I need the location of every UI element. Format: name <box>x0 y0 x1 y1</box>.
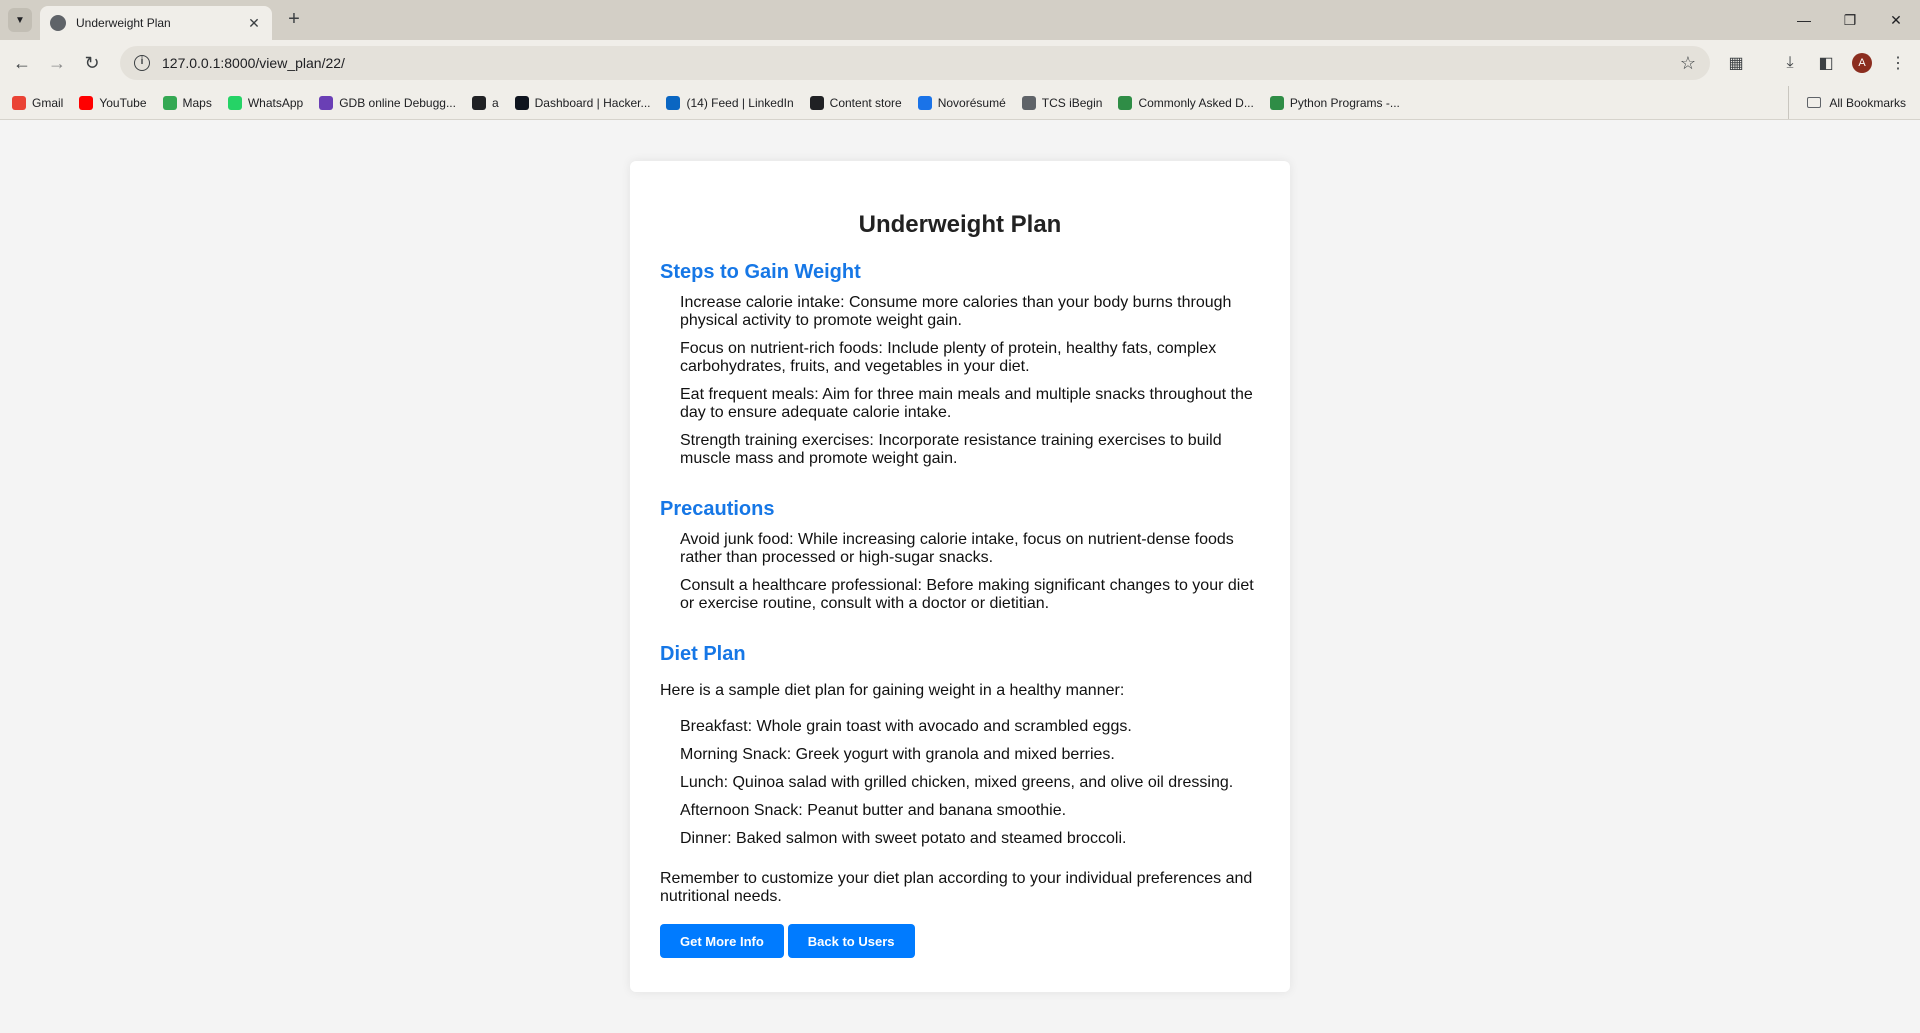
bookmark-item[interactable]: Maps <box>162 95 212 110</box>
bookmark-item[interactable]: GDB online Debugg... <box>319 95 456 110</box>
steps-list: Increase calorie intake: Consume more ca… <box>660 294 1260 468</box>
new-tab-button[interactable]: + <box>282 8 306 32</box>
all-bookmarks-button[interactable]: All Bookmarks <box>1788 86 1906 119</box>
bookmark-favicon-icon <box>809 95 824 110</box>
bookmark-favicon-icon <box>471 95 486 110</box>
folder-icon <box>1807 97 1822 108</box>
address-bar[interactable]: i 127.0.0.1:8000/view_plan/22/ ☆ <box>120 46 1710 80</box>
bookmark-item[interactable]: Novorésumé <box>917 95 1006 110</box>
bookmark-item[interactable]: WhatsApp <box>227 95 304 110</box>
bookmark-favicon-icon <box>162 95 177 110</box>
download-icon[interactable]: ⤓ <box>1778 51 1802 75</box>
bookmark-item[interactable]: Commonly Asked D... <box>1118 95 1254 110</box>
bookmark-item[interactable]: Content store <box>809 95 902 110</box>
list-item: Eat frequent meals: Aim for three main m… <box>680 386 1253 421</box>
list-item: Dinner: Baked salmon with sweet potato a… <box>680 830 1127 847</box>
bookmark-label: Dashboard | Hacker... <box>534 95 651 110</box>
bookmark-favicon-icon <box>1021 95 1036 110</box>
bookmark-item[interactable]: TCS iBegin <box>1021 95 1103 110</box>
bookmark-favicon-icon <box>319 95 334 110</box>
bookmark-label: (14) Feed | LinkedIn <box>686 95 794 110</box>
url-text[interactable]: 127.0.0.1:8000/view_plan/22/ <box>162 55 1680 71</box>
list-item: Morning Snack: Greek yogurt with granola… <box>680 746 1115 763</box>
extensions-icon[interactable]: ▦ <box>1724 51 1748 75</box>
bookmark-item[interactable]: a <box>471 95 499 110</box>
restore-button[interactable]: ❐ <box>1828 0 1872 40</box>
bookmark-favicon-icon <box>666 95 681 110</box>
bookmark-label: Novorésumé <box>937 95 1006 110</box>
bookmark-star-icon[interactable]: ☆ <box>1680 53 1696 74</box>
bookmark-item[interactable]: Python Programs -... <box>1269 95 1400 110</box>
bookmark-label: a <box>491 95 499 110</box>
tab-title: Underweight Plan <box>76 16 171 30</box>
site-info-icon[interactable]: i <box>134 55 150 71</box>
bookmark-favicon-icon <box>79 95 94 110</box>
bookmark-label: Content store <box>829 95 902 110</box>
bookmark-favicon-icon <box>917 95 932 110</box>
bookmark-label: TCS iBegin <box>1041 95 1103 110</box>
diet-heading: Diet Plan <box>660 643 746 665</box>
list-item: Avoid junk food: While increasing calori… <box>680 531 1234 566</box>
page-title: Underweight Plan <box>858 211 1062 238</box>
globe-icon <box>50 15 66 31</box>
browser-toolbar: ← → ↻ i 127.0.0.1:8000/view_plan/22/ ☆ ▦… <box>0 40 1920 86</box>
bookmark-item[interactable]: Gmail <box>12 95 64 110</box>
page-viewport: Underweight Plan Steps to Gain Weight In… <box>0 120 1920 1033</box>
bookmark-item[interactable]: YouTube <box>79 95 147 110</box>
minimize-button[interactable]: — <box>1782 0 1826 40</box>
bookmarks-list: Gmail YouTube Maps WhatsApp GDB online Debug… <box>12 95 1416 110</box>
bookmark-label: Commonly Asked D... <box>1138 95 1254 110</box>
bookmark-item[interactable]: Dashboard | Hacker... <box>514 95 651 110</box>
forward-arrow-icon[interactable]: → <box>45 51 69 75</box>
plan-card: Underweight Plan Steps to Gain Weight In… <box>630 161 1290 992</box>
close-window-button[interactable]: ✕ <box>1874 0 1918 40</box>
diet-outro: Remember to customize your diet plan acc… <box>660 870 1253 905</box>
bookmark-label: GDB online Debugg... <box>339 95 456 110</box>
tab-strip: ▼ Underweight Plan ✕ + — ❐ ✕ <box>0 0 1920 40</box>
bookmarks-bar: Gmail YouTube Maps WhatsApp GDB online Debug… <box>0 86 1920 120</box>
bookmark-favicon-icon <box>227 95 242 110</box>
bookmark-favicon-icon <box>1118 95 1133 110</box>
list-item: Breakfast: Whole grain toast with avocad… <box>680 718 1132 735</box>
bookmark-label: WhatsApp <box>247 95 304 110</box>
back-arrow-icon[interactable]: ← <box>10 51 34 75</box>
chevron-down-icon: ▼ <box>15 14 25 26</box>
steps-heading: Steps to Gain Weight <box>660 261 861 283</box>
bookmark-label: Maps <box>182 95 212 110</box>
back-to-users-button[interactable]: Back to Users <box>787 924 915 958</box>
bookmark-favicon-icon <box>514 95 529 110</box>
list-item: Focus on nutrient-rich foods: Include pl… <box>680 340 1217 375</box>
bookmark-item[interactable]: (14) Feed | LinkedIn <box>666 95 794 110</box>
bookmark-label: Python Programs -... <box>1289 95 1400 110</box>
bookmark-favicon-icon <box>1269 95 1284 110</box>
profile-avatar[interactable]: A <box>1852 53 1872 73</box>
get-more-info-button[interactable]: Get More Info <box>660 924 784 958</box>
active-tab[interactable]: Underweight Plan ✕ <box>40 6 272 40</box>
diet-list: Breakfast: Whole grain toast with avocad… <box>660 718 1260 848</box>
list-item: Afternoon Snack: Peanut butter and banan… <box>680 802 1067 819</box>
reload-icon[interactable]: ↻ <box>80 51 104 75</box>
bookmark-label: YouTube <box>99 95 147 110</box>
bookmark-label: Gmail <box>32 95 64 110</box>
tab-search-button[interactable]: ▼ <box>8 8 32 32</box>
action-buttons: Get More Info Back to Users <box>660 924 1260 958</box>
all-bookmarks-label: All Bookmarks <box>1829 95 1906 110</box>
list-item: Strength training exercises: Incorporate… <box>680 432 1222 467</box>
diet-intro: Here is a sample diet plan for gaining w… <box>660 682 1125 699</box>
precautions-heading: Precautions <box>660 498 775 520</box>
list-item: Consult a healthcare professional: Befor… <box>680 577 1254 612</box>
side-panel-icon[interactable]: ◧ <box>1814 51 1838 75</box>
precautions-list: Avoid junk food: While increasing calori… <box>660 531 1260 613</box>
close-tab-icon[interactable]: ✕ <box>246 15 262 32</box>
list-item: Lunch: Quinoa salad with grilled chicken… <box>680 774 1234 791</box>
list-item: Increase calorie intake: Consume more ca… <box>680 294 1232 329</box>
bookmark-favicon-icon <box>12 95 26 110</box>
menu-kebab-icon[interactable]: ⋮ <box>1886 51 1910 75</box>
